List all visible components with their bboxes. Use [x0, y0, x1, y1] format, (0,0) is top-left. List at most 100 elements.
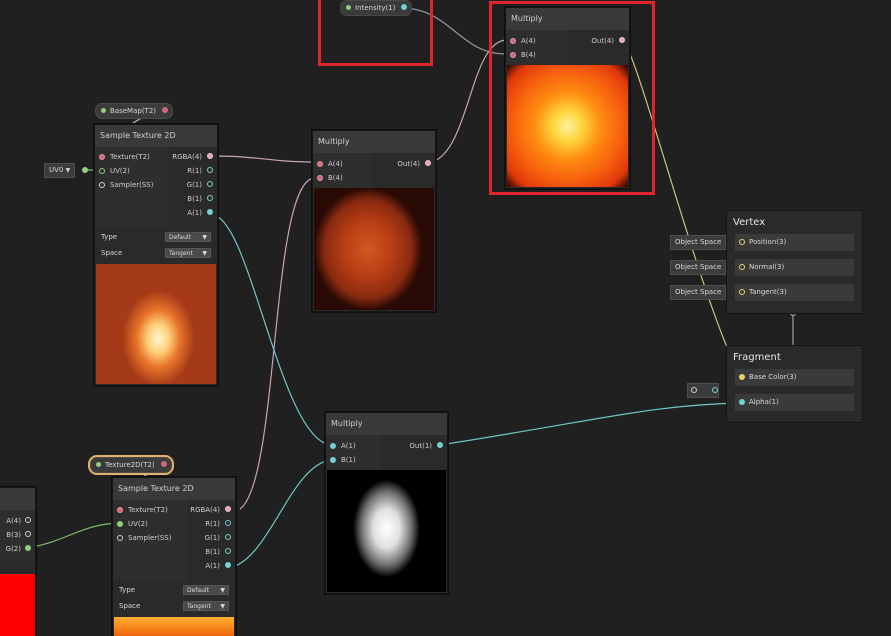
output-port-b[interactable]: B(3)	[6, 528, 31, 542]
output-port-g[interactable]: G(1)	[205, 531, 231, 545]
input-port-a[interactable]: A(4)	[317, 157, 343, 171]
port-dot-icon	[225, 562, 231, 568]
port-dot-icon	[691, 387, 697, 393]
dropdown-arrow-icon: ▼	[220, 587, 225, 594]
port-dot-icon	[330, 457, 336, 463]
highlight-box-multiply	[489, 1, 655, 195]
vertex-block[interactable]: Vertex Position(3) Normal(3) Tangent(3)	[726, 210, 863, 314]
port-dot-icon	[99, 168, 105, 174]
output-port-g[interactable]: G(1)	[187, 178, 213, 192]
texture2d-property-node[interactable]: Texture2D(T2)	[88, 455, 174, 475]
wire-rgba2-to-mid-b	[239, 177, 316, 510]
node-title: Multiply	[326, 413, 447, 435]
uv-channel-dropdown[interactable]: UV0 ▼	[44, 163, 76, 178]
space-dropdown[interactable]: Tangent ▼	[165, 248, 211, 258]
port-dot-icon	[207, 209, 213, 215]
wire-rgba-to-mid-a	[211, 155, 316, 163]
vertex-position-slot[interactable]: Position(3)	[735, 234, 854, 251]
preview-image	[114, 617, 234, 636]
output-port-b[interactable]: B(1)	[205, 545, 231, 559]
dropdown-arrow-icon: ▼	[65, 167, 71, 174]
type-dropdown[interactable]: Default ▼	[183, 585, 229, 595]
port-dot-icon	[225, 520, 231, 526]
port-dot-icon	[739, 289, 745, 295]
input-port-texture[interactable]: Texture(T2)	[99, 150, 150, 164]
position-space-chip[interactable]: Object Space	[670, 235, 727, 250]
port-dot-icon	[330, 443, 336, 449]
preview-image	[327, 470, 446, 592]
output-port-icon[interactable]	[162, 107, 169, 113]
multiply-node-alpha[interactable]: Multiply A(1) B(1) Out(1)	[325, 412, 448, 594]
input-port-texture[interactable]: Texture(T2)	[117, 503, 168, 517]
output-port-g[interactable]: G(2)	[6, 542, 31, 556]
output-port-a[interactable]: A(1)	[205, 559, 231, 573]
port-dot-icon	[207, 195, 213, 201]
fragment-alpha-slot[interactable]: Alpha(1)	[735, 394, 854, 411]
input-port-sampler[interactable]: Sampler(SS)	[117, 531, 171, 545]
basemap-label: BaseMap(T2)	[110, 107, 157, 115]
output-port-rgba[interactable]: RGBA(4)	[172, 150, 213, 164]
multiply-node-mid[interactable]: Multiply A(4) B(4) Out(4)	[312, 130, 436, 312]
vertex-tangent-slot[interactable]: Tangent(3)	[735, 284, 854, 301]
port-dot-icon	[25, 531, 31, 537]
vertex-normal-slot[interactable]: Normal(3)	[735, 259, 854, 276]
fragment-title: Fragment	[733, 352, 781, 363]
port-dot-icon	[225, 506, 231, 512]
sample-texture-node-1[interactable]: Sample Texture 2D Texture(T2) UV(2) Samp…	[94, 124, 218, 386]
shader-graph-canvas[interactable]: Intensity(1) Multiply A(4) B(4) Out(4) B…	[0, 0, 891, 636]
input-port-b[interactable]: B(4)	[317, 171, 343, 185]
port-dot-icon	[425, 160, 431, 166]
dropdown-arrow-icon: ▼	[202, 250, 207, 257]
space-dropdown[interactable]: Tangent ▼	[183, 601, 229, 611]
uv-output-port-icon[interactable]	[82, 167, 88, 173]
port-dot-icon	[117, 507, 123, 513]
type-row: Type Default ▼	[113, 582, 235, 598]
space-row: Space Tangent ▼	[95, 245, 217, 261]
vertex-title: Vertex	[733, 217, 766, 228]
wire-alpha-out-to-fragment	[439, 402, 742, 446]
node-title: Multiply	[313, 131, 435, 153]
property-dot-icon	[101, 108, 106, 113]
port-dot-icon	[225, 548, 231, 554]
preview-image	[96, 264, 216, 384]
property-dot-icon	[96, 462, 101, 467]
dropdown-arrow-icon: ▼	[220, 603, 225, 610]
port-dot-icon	[207, 153, 213, 159]
input-port-b[interactable]: B(1)	[330, 453, 356, 467]
port-dot-icon	[437, 442, 443, 448]
port-dot-icon	[99, 154, 105, 160]
output-port-b[interactable]: B(1)	[187, 192, 213, 206]
dropdown-arrow-icon: ▼	[202, 234, 207, 241]
input-port-sampler[interactable]: Sampler(SS)	[99, 178, 153, 192]
port-dot-icon	[739, 374, 745, 380]
input-port-a[interactable]: A(1)	[330, 439, 356, 453]
fragment-basecolor-slot[interactable]: Base Color(3)	[735, 369, 854, 386]
color-preview	[0, 574, 35, 636]
port-dot-icon	[225, 534, 231, 540]
port-dot-icon	[207, 181, 213, 187]
output-port-a[interactable]: A(4)	[6, 514, 31, 528]
partial-node-left[interactable]: A(4) B(3) G(2)	[0, 487, 36, 636]
type-dropdown[interactable]: Default ▼	[165, 232, 211, 242]
fragment-block[interactable]: Fragment Base Color(3) Alpha(1)	[726, 345, 863, 423]
input-port-uv[interactable]: UV(2)	[99, 164, 130, 178]
output-port-icon[interactable]	[160, 461, 167, 467]
sample-texture-node-2[interactable]: Sample Texture 2D Texture(T2) UV(2) Samp…	[112, 477, 236, 636]
alpha-chip-output-icon[interactable]	[712, 387, 718, 393]
output-port-r[interactable]: R(1)	[187, 164, 213, 178]
input-port-uv[interactable]: UV(2)	[117, 517, 148, 531]
tangent-space-chip[interactable]: Object Space	[670, 285, 727, 300]
output-port-r[interactable]: R(1)	[205, 517, 231, 531]
normal-space-chip[interactable]: Object Space	[670, 260, 727, 275]
type-row: Type Default ▼	[95, 229, 217, 245]
output-port-a[interactable]: A(1)	[187, 206, 213, 220]
output-port-out[interactable]: Out(4)	[397, 157, 431, 171]
port-dot-icon	[117, 535, 123, 541]
preview-image	[314, 188, 434, 310]
output-port-out[interactable]: Out(1)	[409, 439, 443, 453]
output-port-rgba[interactable]: RGBA(4)	[190, 503, 231, 517]
port-dot-icon	[117, 521, 123, 527]
port-dot-icon	[739, 239, 745, 245]
basemap-property-node[interactable]: BaseMap(T2)	[95, 103, 174, 119]
wire-partial-g-to-uv2	[27, 522, 119, 549]
